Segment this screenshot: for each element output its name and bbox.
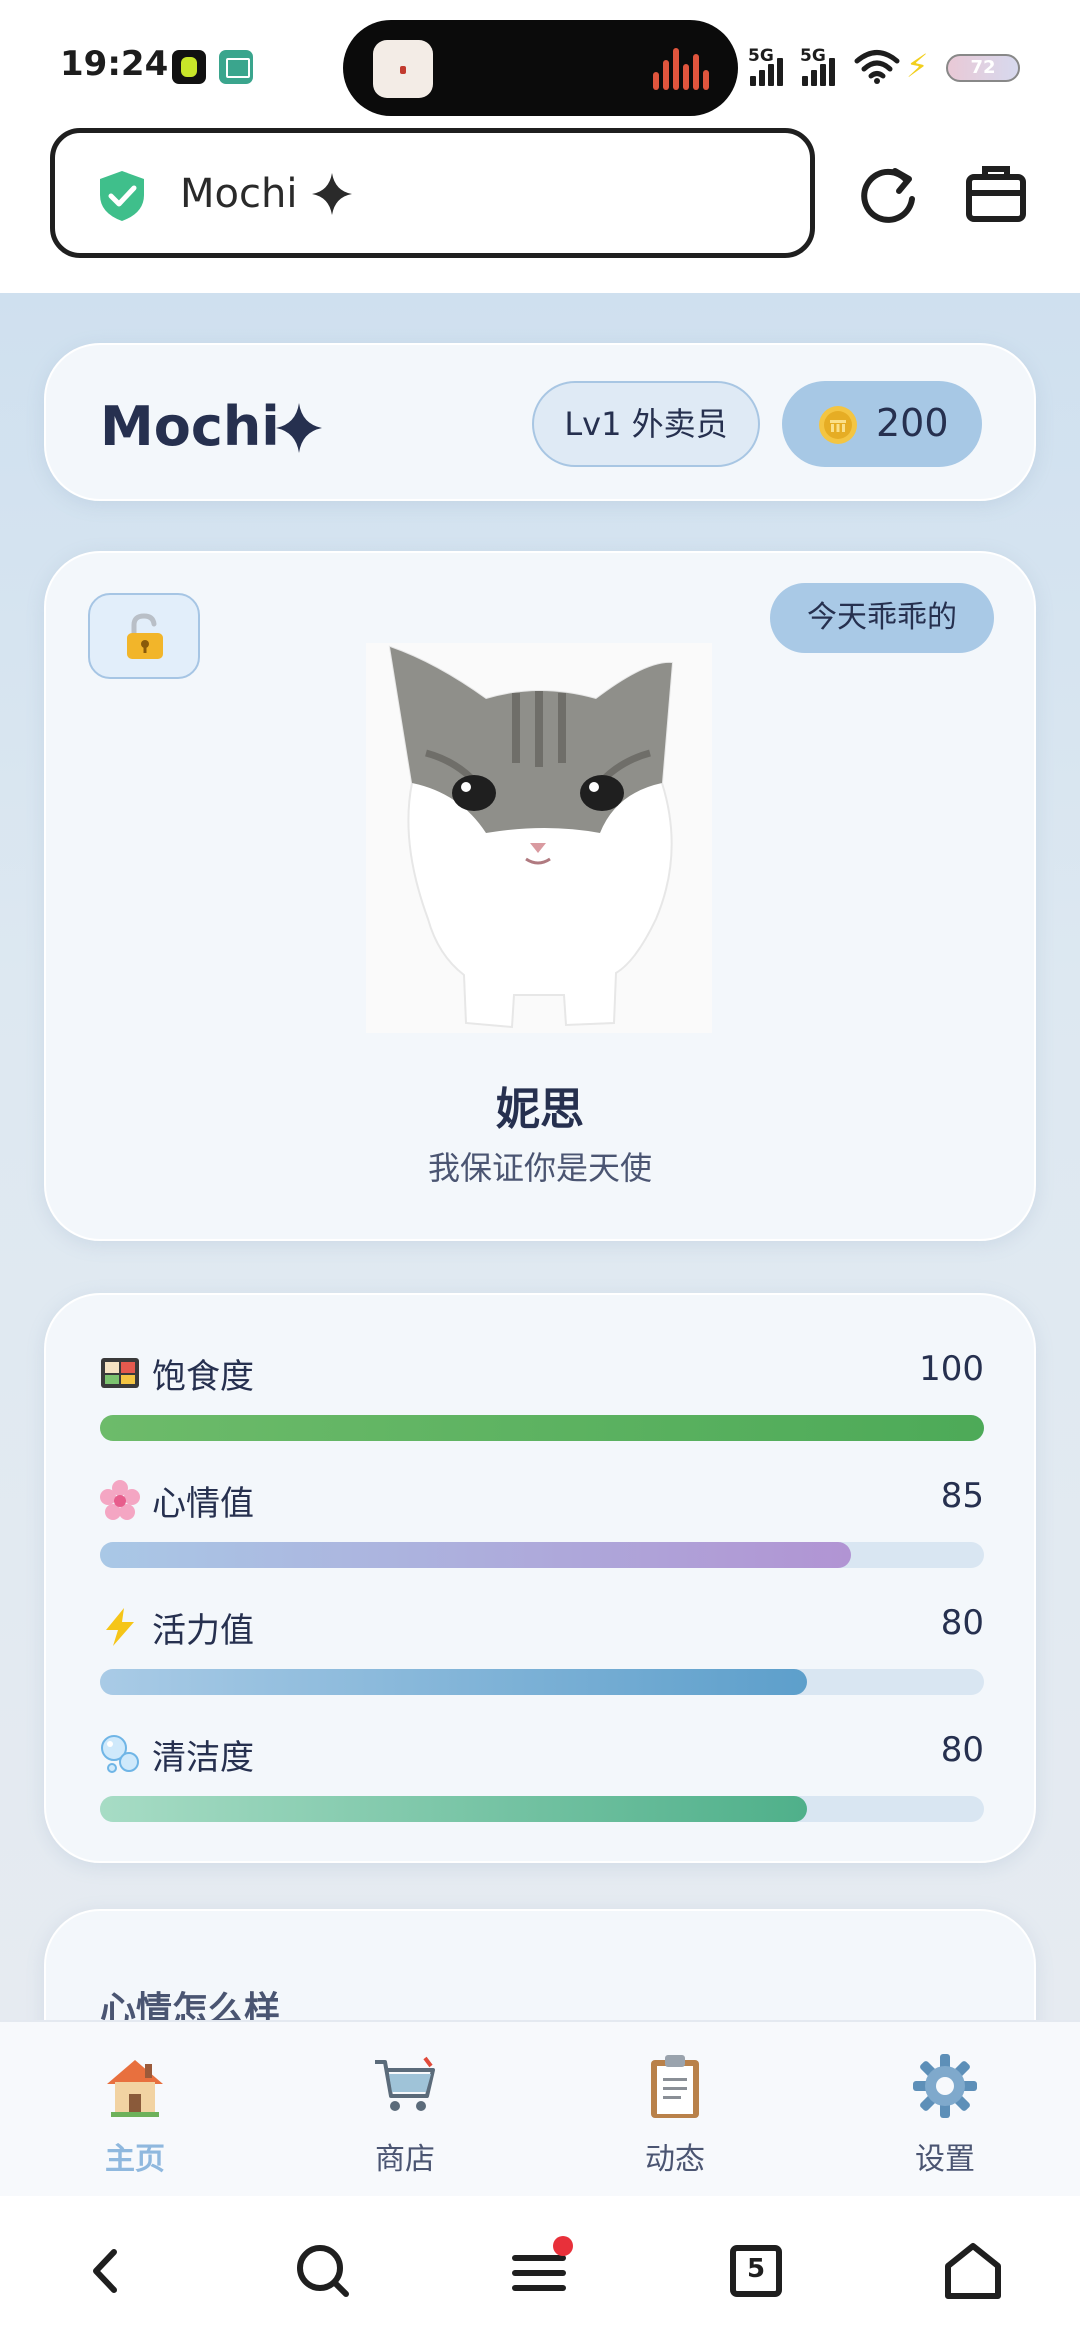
pet-motto: 我保证你是天使 (427, 1149, 652, 1187)
signal-icon: 5G (748, 46, 796, 86)
status-indicators: 5G 5G ⚡ 72 (748, 44, 1028, 88)
signal-icon: 5G (800, 46, 848, 86)
address-bar[interactable]: Mochi (50, 128, 815, 258)
stat-value: 80 (940, 1730, 984, 1770)
pet-cat-image[interactable] (366, 643, 712, 1033)
lightning-icon (106, 1608, 134, 1646)
home-button[interactable] (938, 2236, 1008, 2306)
bubbles-icon (101, 1735, 139, 1773)
progress-fill (100, 1542, 852, 1568)
notification-dot-icon (553, 2236, 573, 2256)
stat-label: 清洁度 (152, 1738, 254, 1778)
tab-label: 主页 (105, 2142, 165, 2177)
unlock-icon (127, 613, 163, 659)
progress-fill (100, 1415, 984, 1441)
pet-card: 今天乖乖的 妮思 我保证你是天使 (44, 551, 1036, 1241)
terminal-app-icon (219, 50, 253, 84)
status-bar: 19:24 5G 5G ⚡ 72 (0, 0, 1080, 130)
browser-toolbar: Mochi (0, 125, 1080, 290)
refresh-button[interactable] (855, 163, 921, 229)
charging-icon: ⚡ (906, 47, 929, 85)
secure-shield-icon (100, 171, 144, 221)
tab-settings[interactable]: 设置 (810, 2022, 1080, 2198)
stat-cleanliness: 清洁度 80 (100, 1730, 984, 1830)
tab-label: 商店 (375, 2142, 435, 2177)
level-badge[interactable]: Lv1 外卖员 (532, 381, 760, 467)
stat-value: 100 (919, 1349, 984, 1389)
site-title: Mochi (180, 171, 298, 217)
coin-icon (819, 406, 857, 444)
search-button[interactable] (288, 2236, 358, 2306)
main-content[interactable]: Mochi Lv1 外卖员 200 今天乖乖的 妮思 我保证你是天使 饱食度 1… (0, 293, 1080, 2020)
brand-title: Mochi (100, 395, 280, 458)
sparkle-icon (276, 403, 322, 453)
audio-wave-icon (653, 48, 713, 90)
sparkle-icon (312, 173, 352, 215)
tab-feed[interactable]: 动态 (540, 2022, 810, 2198)
stat-label: 心情值 (152, 1484, 254, 1524)
mood-tag: 今天乖乖的 (770, 583, 994, 653)
progress-track (100, 1415, 984, 1441)
menu-button[interactable] (505, 2236, 575, 2306)
stat-label: 活力值 (152, 1611, 254, 1651)
stat-label: 饱食度 (152, 1357, 254, 1397)
progress-fill (100, 1669, 808, 1695)
tab-label: 设置 (915, 2142, 975, 2177)
progress-track (100, 1796, 984, 1822)
stat-value: 80 (940, 1603, 984, 1643)
pet-name: 妮思 (496, 1084, 584, 1135)
stats-card: 饱食度 100 心情值 85 活力值 80 清洁度 80 (44, 1293, 1036, 1863)
stat-energy: 活力值 80 (100, 1603, 984, 1703)
wifi-icon (854, 50, 900, 84)
back-button[interactable] (72, 2236, 142, 2306)
clipboard-icon (651, 2055, 699, 2118)
status-time: 19:24 (60, 44, 169, 84)
media-thumbnail-icon (373, 40, 433, 98)
mood-card: 心情怎么样 (44, 1909, 1036, 2020)
notification-app-icon (172, 50, 206, 84)
briefcase-button[interactable] (963, 161, 1029, 227)
stat-satiety: 饱食度 100 (100, 1349, 984, 1449)
dynamic-island[interactable] (343, 20, 738, 116)
stat-mood: 心情值 85 (100, 1476, 984, 1576)
coin-balance[interactable]: 200 (782, 381, 982, 467)
tab-bar: 主页 商店 动态 设置 (0, 2020, 1080, 2196)
bento-icon (101, 1358, 139, 1388)
tab-count: 5 (746, 2254, 766, 2284)
tab-shop[interactable]: 商店 (270, 2022, 540, 2198)
progress-fill (100, 1796, 808, 1822)
cart-icon (375, 2056, 435, 2111)
tab-label: 动态 (645, 2142, 705, 2177)
lock-button[interactable] (88, 593, 200, 679)
house-icon (107, 2060, 163, 2117)
mood-section-title: 心情怎么样 (100, 1990, 281, 2020)
tabs-button[interactable]: 5 (721, 2236, 791, 2306)
tab-home[interactable]: 主页 (0, 2022, 270, 2198)
progress-track (100, 1542, 984, 1568)
blossom-icon (100, 1480, 140, 1520)
header-card: Mochi Lv1 外卖员 200 (44, 343, 1036, 501)
stat-value: 85 (940, 1476, 984, 1516)
system-nav-bar: 5 (0, 2196, 1080, 2344)
progress-track (100, 1669, 984, 1695)
battery-icon: 72 (946, 54, 1020, 82)
gear-icon (913, 2054, 977, 2118)
coin-value: 200 (876, 401, 949, 445)
